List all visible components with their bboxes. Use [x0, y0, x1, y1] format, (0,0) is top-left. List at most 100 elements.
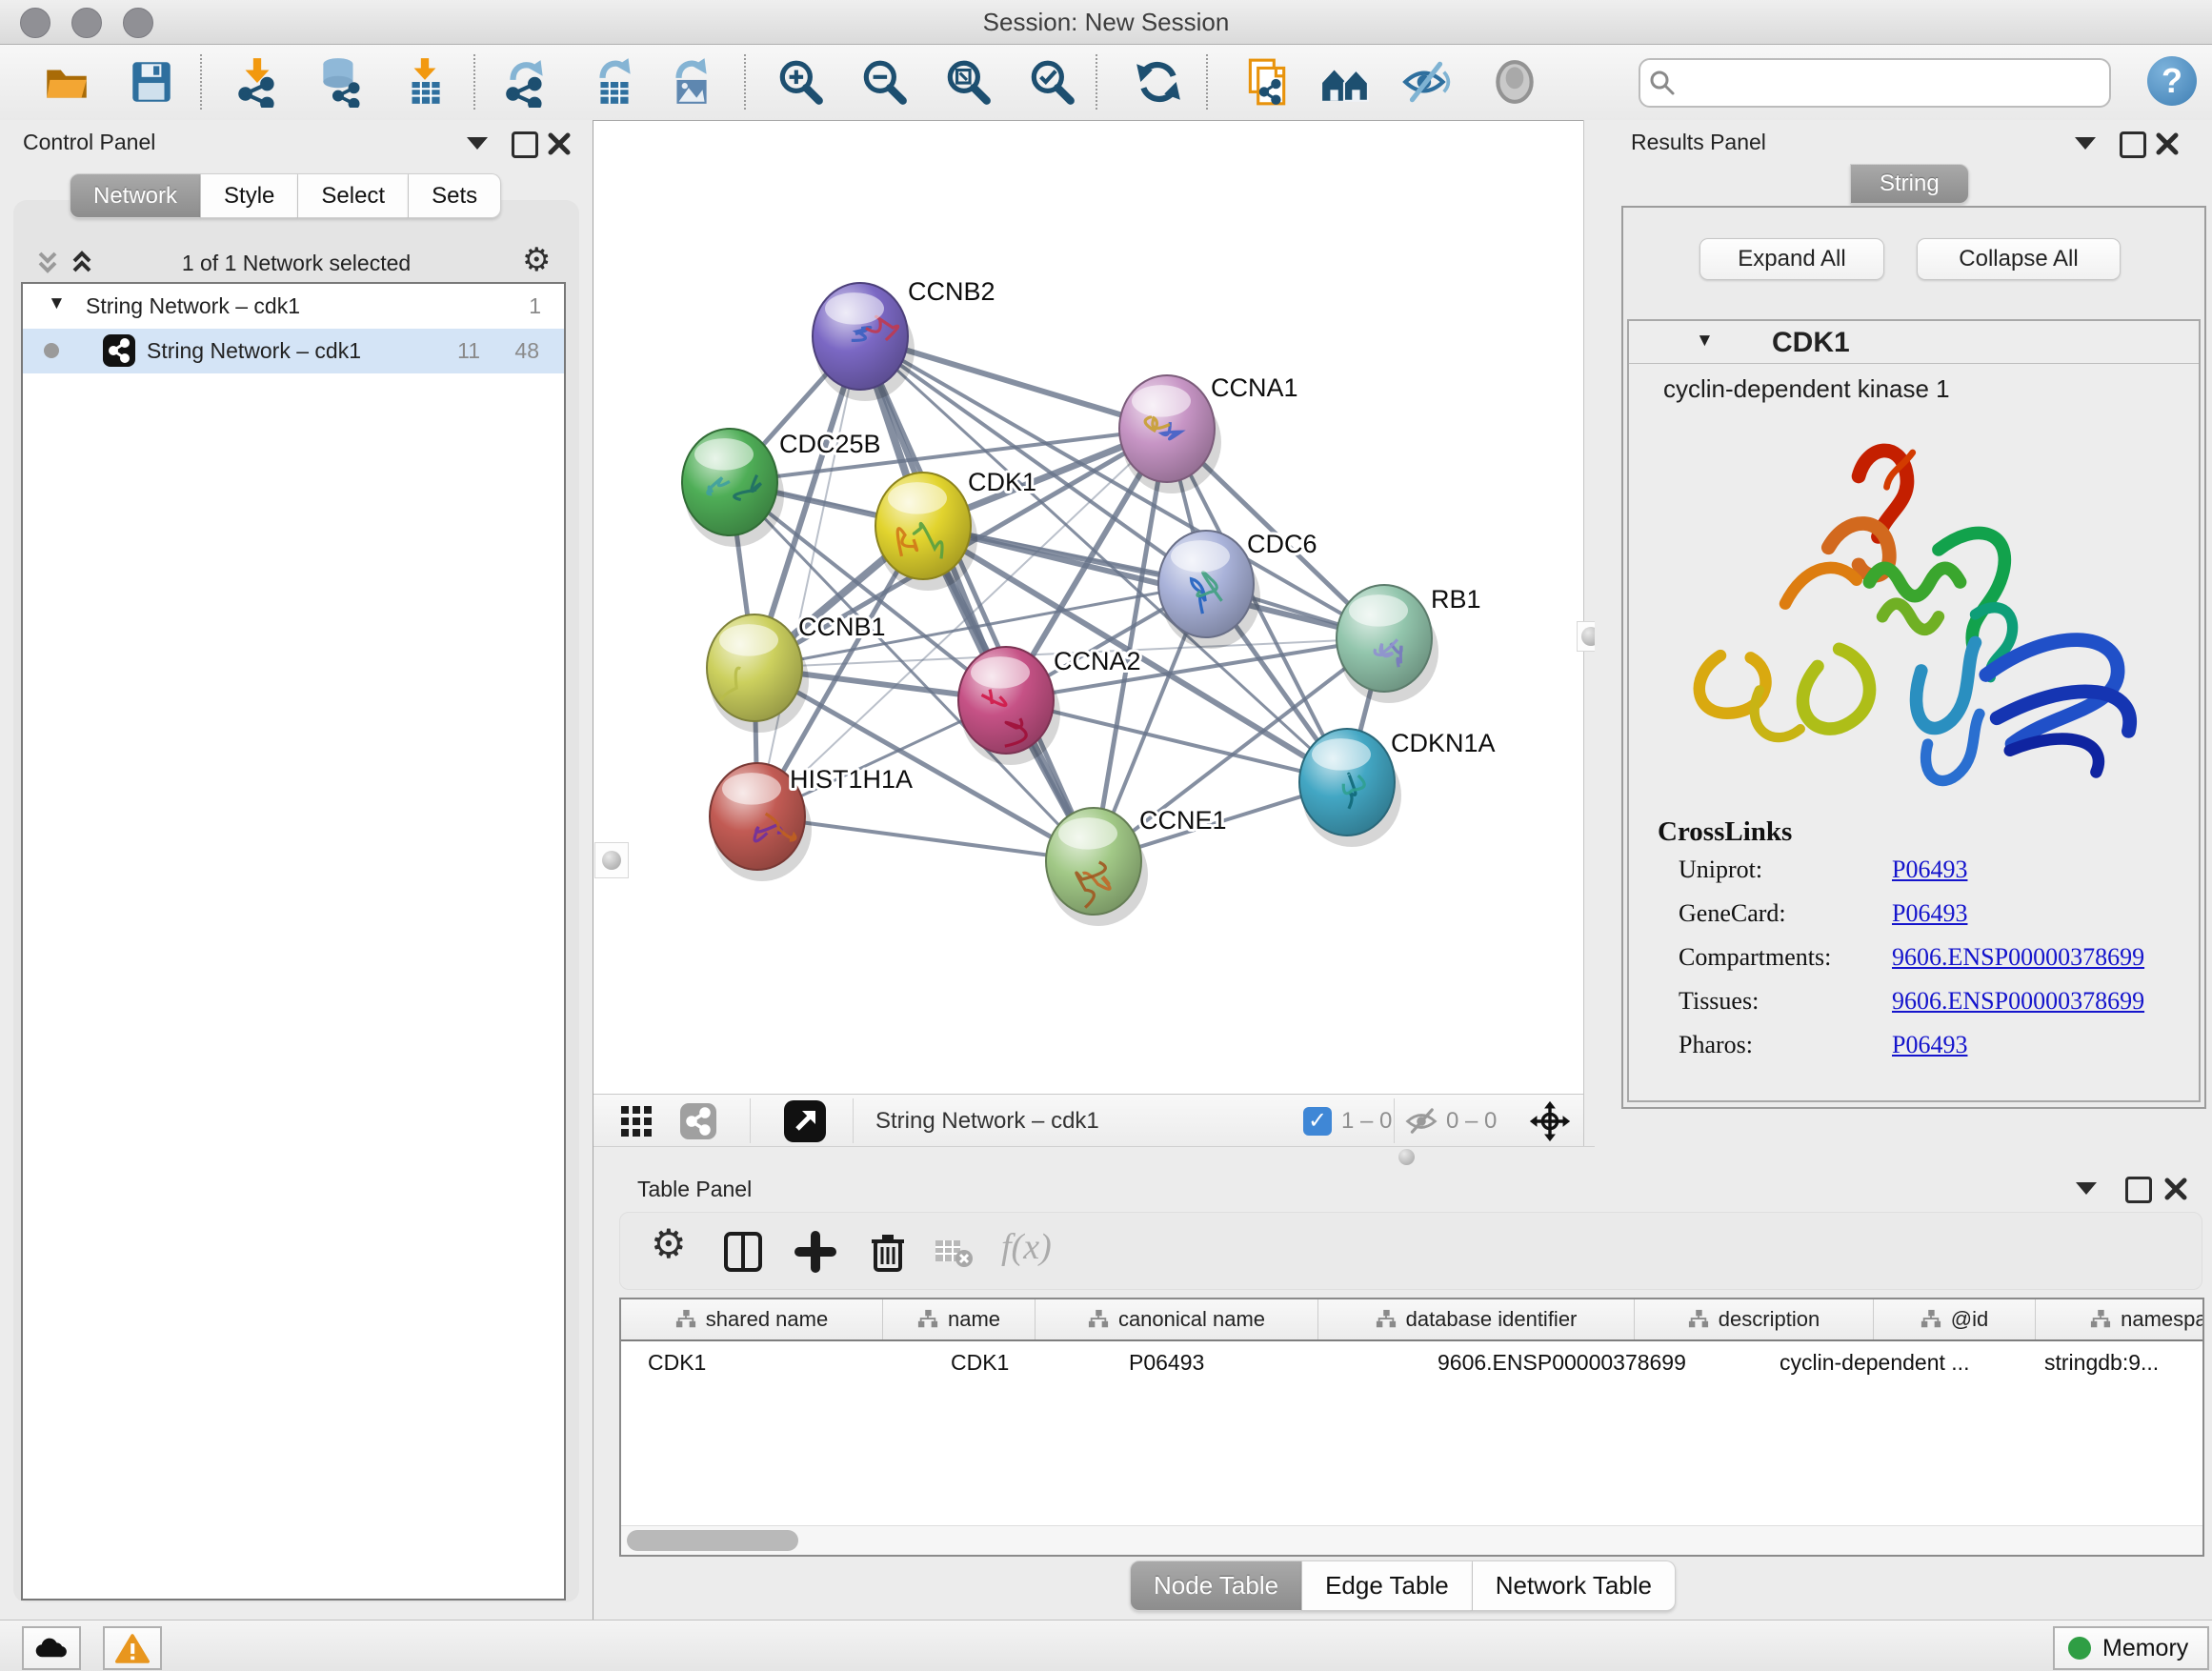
tab-string[interactable]: String — [1850, 164, 1969, 204]
delete-table-icon[interactable] — [935, 1238, 973, 1268]
network-label: String Network – cdk1 — [147, 329, 361, 373]
network-canvas[interactable]: CCNB2CCNA1CDC25BCDK1CDC6RB1CCNB1CCNA2CDK… — [593, 121, 1583, 1094]
protein-structure-image — [1648, 420, 2182, 809]
first-neighbors-icon[interactable] — [1319, 56, 1371, 108]
network-node-ccna2[interactable] — [958, 647, 1060, 765]
window-title: Session: New Session — [0, 0, 2212, 44]
horizontal-splitter-handle[interactable] — [1395, 1149, 1418, 1165]
network-collection-row[interactable]: ▼ String Network – cdk1 1 — [23, 284, 564, 329]
column-label: namespace — [2121, 1307, 2204, 1332]
results-panel-tabs: String — [1850, 164, 1969, 204]
warning-status-button[interactable] — [103, 1626, 162, 1670]
export-network-icon[interactable] — [501, 56, 553, 108]
toolbar-separator — [200, 54, 202, 110]
float-panel-icon[interactable] — [2076, 1182, 2097, 1195]
memory-button[interactable]: Memory — [2053, 1626, 2209, 1670]
open-session-icon[interactable] — [41, 56, 92, 108]
crosslink-genecard[interactable]: P06493 — [1892, 899, 1967, 928]
node-label-cdc6: CDC6 — [1247, 530, 1317, 558]
network-selection-status: 1 of 1 Network selected — [0, 251, 593, 276]
search-input[interactable] — [1684, 63, 2109, 103]
table-toolbar: ⚙ f(x) — [619, 1212, 2202, 1290]
scrollbar-thumb[interactable] — [627, 1530, 798, 1551]
column-header-namespace[interactable]: namespace — [2036, 1299, 2204, 1339]
function-builder-icon[interactable]: f(x) — [1001, 1226, 1052, 1268]
expand-all-button[interactable]: Expand All — [1699, 238, 1884, 280]
import-database-icon[interactable] — [314, 56, 366, 108]
toolbar-separator — [750, 1098, 751, 1143]
tab-network-table[interactable]: Network Table — [1473, 1560, 1676, 1611]
crosslink-tissues[interactable]: 9606.ENSP00000378699 — [1892, 987, 2144, 1016]
collapse-section-icon[interactable]: ▼ — [1696, 331, 1714, 352]
show-all-icon[interactable] — [1489, 56, 1540, 108]
column-header-name[interactable]: name — [883, 1299, 1036, 1339]
left-splitter-handle[interactable] — [594, 842, 629, 878]
close-panel-icon[interactable] — [2163, 1177, 2188, 1201]
import-network-icon[interactable] — [231, 56, 283, 108]
memory-label: Memory — [2102, 1635, 2188, 1662]
tab-select[interactable]: Select — [298, 173, 409, 218]
export-image-icon[interactable] — [665, 56, 716, 108]
table-options-gear-icon[interactable]: ⚙ — [651, 1224, 694, 1268]
network-node-cdk1[interactable] — [875, 473, 977, 591]
close-panel-icon[interactable] — [2155, 131, 2180, 156]
cloud-status-button[interactable] — [22, 1626, 81, 1670]
hide-selected-icon[interactable] — [1400, 56, 1452, 108]
hidden-eye-icon[interactable] — [1404, 1106, 1438, 1137]
tab-network[interactable]: Network — [70, 173, 201, 218]
save-session-icon[interactable] — [126, 56, 177, 108]
network-node-ccne1[interactable] — [1046, 808, 1148, 926]
table-panel: Table Panel ⚙ f(x) shared namenamecanoni… — [593, 1167, 2212, 1620]
network-node-cdkn1a[interactable] — [1299, 729, 1401, 847]
tab-node-table[interactable]: Node Table — [1130, 1560, 1302, 1611]
float-panel-icon[interactable] — [2075, 137, 2096, 150]
help-icon[interactable]: ? — [2147, 56, 2197, 106]
network-node-ccnb2[interactable] — [813, 283, 915, 401]
maximize-panel-icon[interactable] — [2125, 1177, 2152, 1203]
show-columns-icon[interactable] — [721, 1230, 765, 1274]
column-header-id[interactable]: @id — [1874, 1299, 2036, 1339]
zoom-in-icon[interactable] — [774, 56, 826, 108]
add-column-icon[interactable] — [794, 1230, 837, 1274]
tab-style[interactable]: Style — [201, 173, 298, 218]
grid-view-icon[interactable] — [620, 1105, 653, 1137]
column-header-database-identifier[interactable]: database identifier — [1318, 1299, 1635, 1339]
column-header-canonical-name[interactable]: canonical name — [1036, 1299, 1318, 1339]
network-node-cdc6[interactable] — [1158, 531, 1260, 649]
network-view-icon[interactable] — [680, 1103, 716, 1139]
clone-network-icon[interactable] — [1240, 56, 1292, 108]
selected-counts: 1 – 0 — [1341, 1095, 1392, 1147]
network-node-ccna1[interactable] — [1119, 375, 1221, 493]
column-header-description[interactable]: description — [1635, 1299, 1874, 1339]
network-node-rb1[interactable] — [1337, 585, 1438, 703]
zoom-fit-icon[interactable] — [942, 56, 994, 108]
crosslink-pharos[interactable]: P06493 — [1892, 1031, 1967, 1059]
network-options-gear-icon[interactable]: ⚙ — [522, 244, 551, 276]
detach-view-icon[interactable] — [784, 1100, 826, 1142]
maximize-panel-icon[interactable] — [512, 131, 538, 158]
zoom-selected-icon[interactable] — [1026, 56, 1077, 108]
delete-column-trash-icon[interactable] — [866, 1230, 910, 1274]
tab-sets[interactable]: Sets — [409, 173, 501, 218]
column-label: description — [1719, 1307, 1820, 1332]
import-table-icon[interactable] — [399, 56, 451, 108]
column-header-shared-name[interactable]: shared name — [621, 1299, 883, 1339]
tree-collapse-icon[interactable]: ▼ — [48, 281, 66, 326]
maximize-panel-icon[interactable] — [2120, 131, 2146, 158]
zoom-out-icon[interactable] — [858, 56, 910, 108]
birdseye-view-icon[interactable] — [1529, 1100, 1571, 1142]
float-panel-icon[interactable] — [467, 137, 488, 150]
crosslink-compartments[interactable]: 9606.ENSP00000378699 — [1892, 943, 2144, 972]
network-edge[interactable] — [757, 336, 860, 816]
export-table-icon[interactable] — [589, 56, 640, 108]
table-row[interactable]: CDK1CDK1P064939606.ENSP00000378699cyclin… — [621, 1341, 2202, 1383]
tab-edge-table[interactable]: Edge Table — [1302, 1560, 1473, 1611]
crosslink-uniprot[interactable]: P06493 — [1892, 856, 1967, 884]
protein-header[interactable]: ▼ CDK1 — [1629, 321, 2199, 364]
selected-nodes-checkbox[interactable]: ✓ — [1303, 1107, 1332, 1136]
network-row[interactable]: String Network – cdk1 11 48 — [23, 329, 564, 373]
close-panel-icon[interactable] — [547, 131, 572, 156]
refresh-icon[interactable] — [1133, 56, 1184, 108]
collapse-all-button[interactable]: Collapse All — [1917, 238, 2121, 280]
network-node-cdc25b[interactable] — [682, 429, 784, 547]
